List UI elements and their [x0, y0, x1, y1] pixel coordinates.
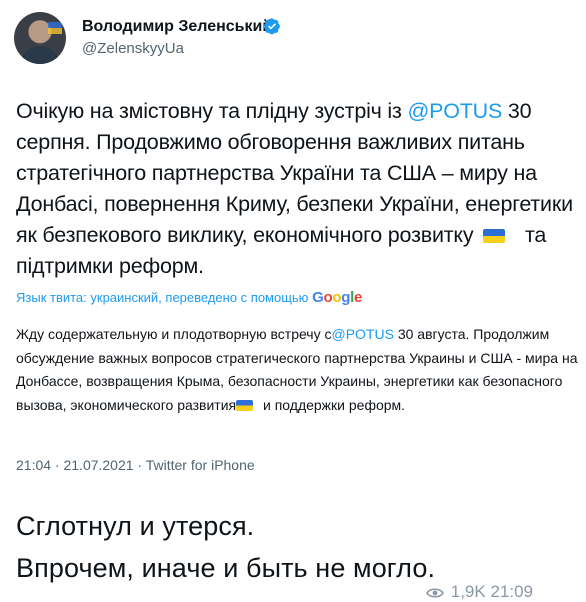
avatar-flag [48, 22, 62, 34]
author-handle[interactable]: @ZelenskyyUa [82, 40, 184, 57]
tweet-text-part1: Очікую на змістовну та плідну зустріч із [16, 99, 408, 123]
tweet-timestamp[interactable]: 21:04 · 21.07.2021 · Twitter for iPhone [16, 457, 255, 473]
translated-text-part1: Жду содержательную и плодотворную встреч… [16, 326, 332, 342]
google-letter: e [353, 289, 362, 306]
post-caption: Сглотнул и утерся. Впрочем, иначе и быть… [16, 505, 576, 589]
translation-notice-text: Язык твита: украинский, переведено с пом… [16, 290, 309, 305]
google-letter: o [332, 289, 342, 306]
tweet-text: Очікую на змістовну та плідну зустріч із… [16, 96, 576, 282]
author-name[interactable]: Володимир Зеленський [82, 18, 272, 36]
post-stats: 1,9K 21:09 [426, 582, 533, 602]
translated-text: Жду содержательную и плодотворную встреч… [16, 323, 582, 417]
verified-badge-icon [263, 18, 280, 35]
eye-icon [426, 587, 444, 598]
translated-mention-link[interactable]: @POTUS [331, 326, 393, 342]
translation-notice[interactable]: Язык твита: украинский, переведено с пом… [16, 289, 362, 306]
ukraine-flag-icon [236, 400, 254, 412]
google-logo: Google [312, 289, 362, 306]
avatar-shoulders [20, 46, 60, 64]
google-letter: g [341, 289, 351, 306]
ukraine-flag-icon [483, 229, 506, 244]
views-count: 1,9K [450, 582, 486, 601]
google-letter: o [323, 289, 333, 306]
caption-line-1: Сглотнул и утерся. [16, 511, 255, 541]
mention-link[interactable]: @POTUS [407, 99, 502, 123]
translated-text-part3: и поддержки реформ. [259, 396, 406, 413]
avatar[interactable] [14, 12, 66, 64]
google-letter: G [312, 289, 324, 306]
post-time: 21:09 [490, 582, 533, 601]
